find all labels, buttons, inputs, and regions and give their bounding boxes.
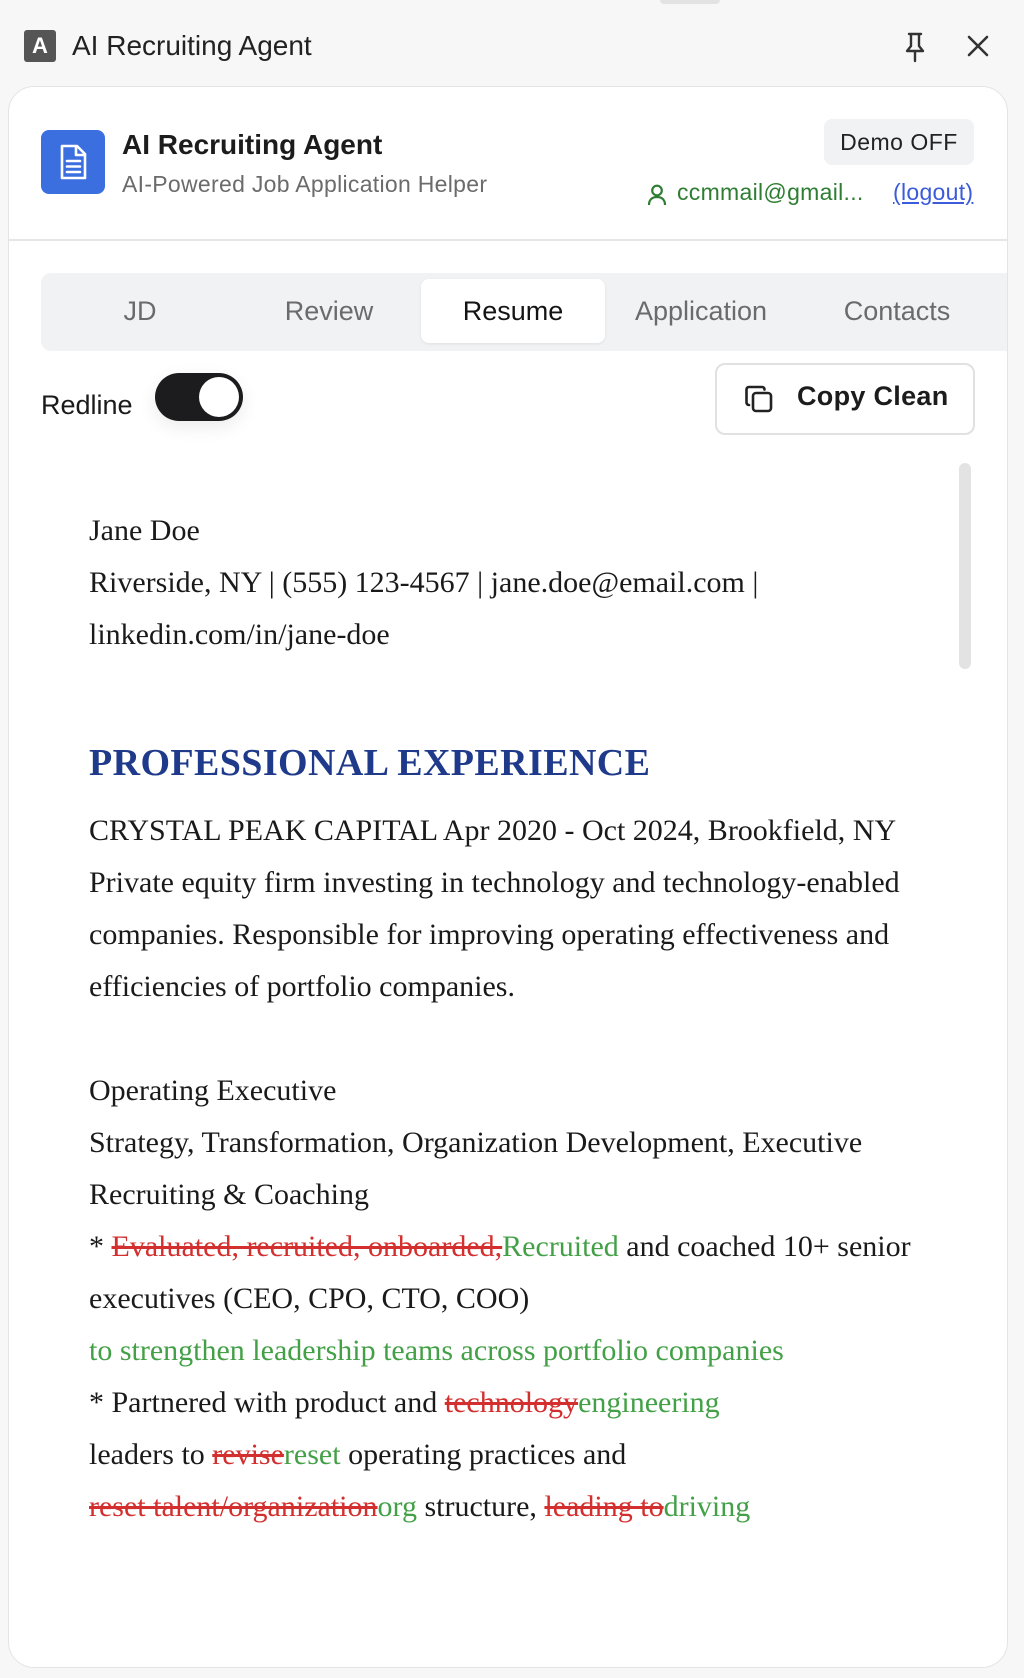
deleted-text: leading to [544, 1490, 664, 1523]
user-icon [647, 184, 667, 206]
resume-contact-line: Riverside, NY | (555) 123-4567 | jane.do… [89, 566, 759, 599]
toggle-knob [199, 377, 239, 417]
window-title: AI Recruiting Agent [72, 30, 312, 61]
app-icon: A [24, 30, 56, 62]
copy-clean-button[interactable]: Copy Clean [715, 363, 975, 435]
document-icon [41, 130, 105, 194]
tab-review[interactable]: Review [241, 279, 417, 343]
bullet-2: * Partnered with product and technologye… [89, 1386, 751, 1523]
brand-title: AI Recruiting Agent [122, 129, 383, 160]
section-heading: PROFESSIONAL EXPERIENCE [89, 742, 651, 784]
role-areas: Strategy, Transformation, Organization D… [89, 1126, 863, 1211]
inserted-text: reset [283, 1438, 341, 1471]
copy-clean-label: Copy Clean [797, 381, 949, 411]
tab-bar: JD Review Resume Application Contacts [41, 273, 1007, 351]
copy-icon [745, 385, 773, 413]
resume-linkedin: linkedin.com/in/jane-doe [89, 618, 390, 651]
demo-mode-button[interactable]: Demo OFF [824, 119, 974, 165]
role-title: Operating Executive [89, 1074, 337, 1107]
scrollbar[interactable] [959, 463, 971, 669]
window-grip [660, 0, 720, 4]
redline-label: Redline [41, 390, 133, 420]
user-info: ccmmail@gmail... (logout) [647, 175, 987, 215]
deleted-text: Evaluated, recruited, onboarded, [111, 1230, 503, 1263]
deleted-text: reset talent/organization [89, 1490, 378, 1523]
resume-name: Jane Doe [89, 514, 200, 547]
company-line: CRYSTAL PEAK CAPITAL Apr 2020 - Oct 2024… [89, 814, 897, 847]
inserted-text: Recruited [502, 1230, 619, 1263]
user-email: ccmmail@gmail... [677, 179, 864, 205]
bullet-1: * Evaluated, recruited, onboarded,Recrui… [89, 1230, 911, 1367]
close-icon[interactable] [962, 30, 994, 62]
tab-application[interactable]: Application [611, 279, 791, 343]
inserted-text: org [377, 1490, 417, 1523]
redline-toggle[interactable] [155, 373, 243, 421]
brand-subtitle: AI-Powered Job Application Helper [122, 171, 488, 197]
company-description: Private equity firm investing in technol… [89, 866, 900, 1003]
inserted-text: engineering [578, 1386, 720, 1419]
extension-panel: AI Recruiting Agent AI-Powered Job Appli… [8, 86, 1008, 1668]
pin-icon[interactable] [900, 30, 930, 64]
tab-jd[interactable]: JD [45, 279, 235, 343]
tab-contacts[interactable]: Contacts [805, 279, 989, 343]
inserted-text: driving [663, 1490, 751, 1523]
panel-header: AI Recruiting Agent AI-Powered Job Appli… [9, 87, 1007, 241]
deleted-text: revise [212, 1438, 284, 1471]
resume-document: Jane Doe Riverside, NY | (555) 123-4567 … [89, 505, 939, 1533]
tab-resume[interactable]: Resume [421, 279, 605, 343]
inserted-text: to strengthen leadership teams across po… [89, 1334, 784, 1367]
deleted-text: technology [444, 1386, 579, 1419]
title-bar: A AI Recruiting Agent [0, 0, 1024, 90]
logout-link[interactable]: (logout) [893, 179, 973, 206]
